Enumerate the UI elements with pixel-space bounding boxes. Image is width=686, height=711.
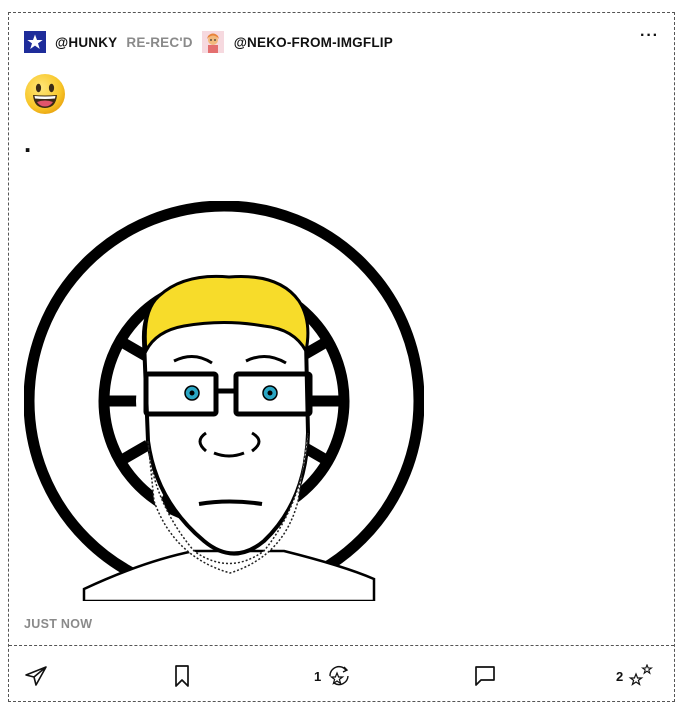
author-avatar[interactable]: [24, 31, 46, 53]
comment-icon: [475, 666, 495, 686]
rerec-label: RE-REC'D: [126, 34, 193, 50]
more-icon[interactable]: ···: [640, 28, 659, 44]
rerec-icon: [329, 666, 349, 686]
meme-image: [23, 200, 425, 603]
share-button[interactable]: [24, 664, 48, 688]
sparkle-star-icon: [628, 664, 654, 686]
author-handle[interactable]: @HUNKY: [55, 35, 117, 50]
post-card: @HUNKY RE-REC'D @NEKO-FROM-IMGFLIP ··· .…: [8, 12, 675, 702]
bookmark-icon: [175, 665, 189, 687]
star-icon: [24, 31, 46, 53]
original-author-handle[interactable]: @NEKO-FROM-IMGFLIP: [234, 35, 393, 50]
post-timestamp: JUST NOW: [24, 617, 93, 631]
post-image[interactable]: [23, 200, 425, 603]
original-author-avatar[interactable]: [201, 31, 224, 53]
anime-avatar-image: [201, 31, 224, 53]
send-icon: [25, 666, 47, 686]
post-body-text: .: [24, 128, 32, 158]
rerec-button[interactable]: 1: [314, 664, 352, 688]
star-button[interactable]: 2: [616, 664, 654, 688]
smiley-face-emoji: [24, 73, 66, 115]
post-actions: 1 2: [9, 658, 674, 690]
star-count: 2: [616, 668, 624, 684]
comment-button[interactable]: [473, 664, 497, 688]
actions-divider: [9, 645, 674, 646]
rerec-count: 1: [314, 668, 322, 684]
post-header: @HUNKY RE-REC'D @NEKO-FROM-IMGFLIP ···: [24, 28, 659, 54]
bookmark-button[interactable]: [172, 664, 192, 688]
